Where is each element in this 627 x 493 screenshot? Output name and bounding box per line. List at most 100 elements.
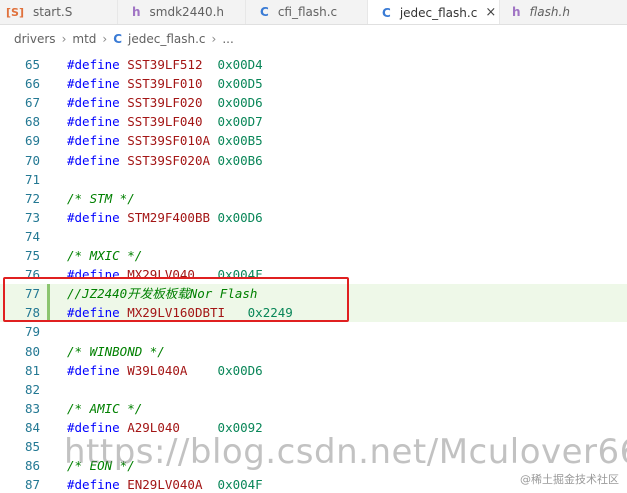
- code-line[interactable]: 83 /* AMIC */: [0, 399, 627, 418]
- tab-smdk2440-h[interactable]: h smdk2440.h: [118, 0, 246, 24]
- code-line[interactable]: 68 #define SST39LF040 0x00D7: [0, 112, 627, 131]
- code-line[interactable]: 81 #define W39L040A 0x00D6: [0, 361, 627, 380]
- macro-name: STM29F400BB: [127, 209, 211, 225]
- define-keyword: #define: [67, 114, 120, 130]
- code-line[interactable]: 82: [0, 380, 627, 399]
- chevron-right-icon: ›: [102, 32, 108, 46]
- macro-value: 0x00D7: [217, 114, 263, 130]
- tab-label: smdk2440.h: [149, 5, 225, 19]
- code-line[interactable]: 72 /* STM */: [0, 189, 627, 208]
- code-text: #define SST39LF512 0x00D4: [67, 55, 263, 74]
- breadcrumb-item-drivers[interactable]: drivers: [14, 32, 56, 46]
- tab-start-s[interactable]: [S] start.S: [0, 0, 118, 24]
- close-icon[interactable]: ×: [485, 5, 496, 20]
- code-text: #define SST39LF010 0x00D5: [67, 74, 263, 93]
- tab-label: cfi_flash.c: [277, 5, 338, 19]
- line-number: 87: [24, 477, 40, 493]
- source-badge: @稀土掘金技术社区: [520, 473, 619, 486]
- macro-name: SST39SF010A: [127, 133, 211, 149]
- c-file-icon: C: [382, 5, 391, 20]
- code-line[interactable]: 65 #define SST39LF512 0x00D4: [0, 55, 627, 74]
- macro-value: 0x00D6: [217, 209, 263, 225]
- code-text: /* MXIC */: [67, 246, 142, 265]
- define-keyword: #define: [67, 133, 120, 149]
- breadcrumb-item-symbol[interactable]: ...: [222, 32, 233, 46]
- code-text: #define EN29LV040A 0x004F: [67, 475, 263, 493]
- code-text: #define SST39SF010A 0x00B5: [67, 131, 263, 150]
- tab-jedec-flash-c[interactable]: C jedec_flash.c ×: [368, 0, 500, 24]
- code-editor[interactable]: 65 #define SST39LF512 0x00D4 66 #define SST…: [0, 54, 627, 493]
- code-line[interactable]: 67 #define SST39LF020 0x00D6: [0, 93, 627, 112]
- macro-name: SST39LF040: [127, 114, 203, 130]
- comment: /* MXIC */: [67, 248, 143, 263]
- macro-name: SST39SF020A: [127, 152, 211, 168]
- line-number: 82: [24, 381, 40, 397]
- code-line[interactable]: 69 #define SST39SF010A 0x00B5: [0, 131, 627, 150]
- line-number: 67: [24, 95, 40, 111]
- tab-flash-h[interactable]: h flash.h: [500, 0, 627, 24]
- line-number: 80: [24, 343, 40, 359]
- line-number: 73: [24, 209, 40, 225]
- macro-value: 0x00D6: [217, 362, 263, 378]
- chevron-right-icon: ›: [211, 32, 217, 46]
- macro-value: 0x00B6: [217, 152, 263, 168]
- code-line[interactable]: 79: [0, 322, 627, 341]
- line-number: 85: [24, 439, 40, 454]
- code-line[interactable]: 73 #define STM29F400BB 0x00D6: [0, 208, 627, 227]
- watermark: https://blog.csdn.net/Mculover666: [64, 432, 627, 472]
- define-keyword: #define: [67, 362, 120, 378]
- line-number: 69: [24, 133, 40, 149]
- tab-cfi-flash-c[interactable]: C cfi_flash.c: [246, 0, 368, 24]
- define-keyword: #define: [67, 95, 120, 111]
- code-line[interactable]: 70 #define SST39SF020A 0x00B6: [0, 151, 627, 170]
- tab-label: jedec_flash.c: [399, 5, 478, 20]
- line-number: 86: [24, 458, 40, 474]
- code-text: #define STM29F400BB 0x00D6: [67, 208, 263, 227]
- line-number: 83: [24, 400, 40, 416]
- breadcrumb-item-file[interactable]: jedec_flash.c: [128, 32, 206, 46]
- code-line[interactable]: 66 #define SST39LF010 0x00D5: [0, 74, 627, 93]
- macro-name: EN29LV040A: [127, 477, 203, 493]
- line-number: 68: [24, 114, 40, 130]
- line-number: 66: [24, 76, 40, 92]
- editor-tab-bar: [S] start.S h smdk2440.h C cfi_flash.c C…: [0, 0, 627, 25]
- line-number: 81: [24, 362, 40, 378]
- line-number: 72: [24, 190, 40, 206]
- macro-value: 0x00D4: [217, 57, 263, 72]
- code-line[interactable]: 75 /* MXIC */: [0, 246, 627, 265]
- code-text: #define W39L040A 0x00D6: [67, 361, 263, 380]
- line-number: 84: [24, 419, 40, 435]
- define-keyword: #define: [67, 209, 120, 225]
- line-number: 65: [24, 57, 40, 72]
- code-text: #define SST39LF040 0x00D7: [67, 112, 263, 131]
- macro-value: 0x00D5: [217, 76, 263, 92]
- highlight-annotation-box: [3, 277, 349, 322]
- macro-name: SST39LF512: [127, 57, 203, 72]
- line-number: 75: [24, 248, 40, 263]
- macro-name: SST39LF010: [127, 76, 203, 92]
- code-line[interactable]: 80 /* WINBOND */: [0, 342, 627, 361]
- define-keyword: #define: [67, 76, 120, 92]
- c-file-icon: C: [113, 32, 123, 46]
- line-number: 71: [24, 171, 40, 187]
- code-line[interactable]: 71: [0, 170, 627, 189]
- code-line[interactable]: 74: [0, 227, 627, 246]
- line-number: 74: [24, 228, 40, 244]
- tab-label: start.S: [32, 5, 73, 19]
- code-text: /* WINBOND */: [67, 342, 165, 361]
- line-number: 70: [24, 152, 40, 168]
- define-keyword: #define: [67, 477, 120, 493]
- h-file-icon: h: [132, 5, 141, 19]
- breadcrumb-item-mtd[interactable]: mtd: [72, 32, 96, 46]
- h-file-icon: h: [512, 5, 521, 19]
- breadcrumb: drivers › mtd › C jedec_flash.c › ...: [0, 28, 627, 50]
- macro-name: SST39LF020: [127, 95, 203, 111]
